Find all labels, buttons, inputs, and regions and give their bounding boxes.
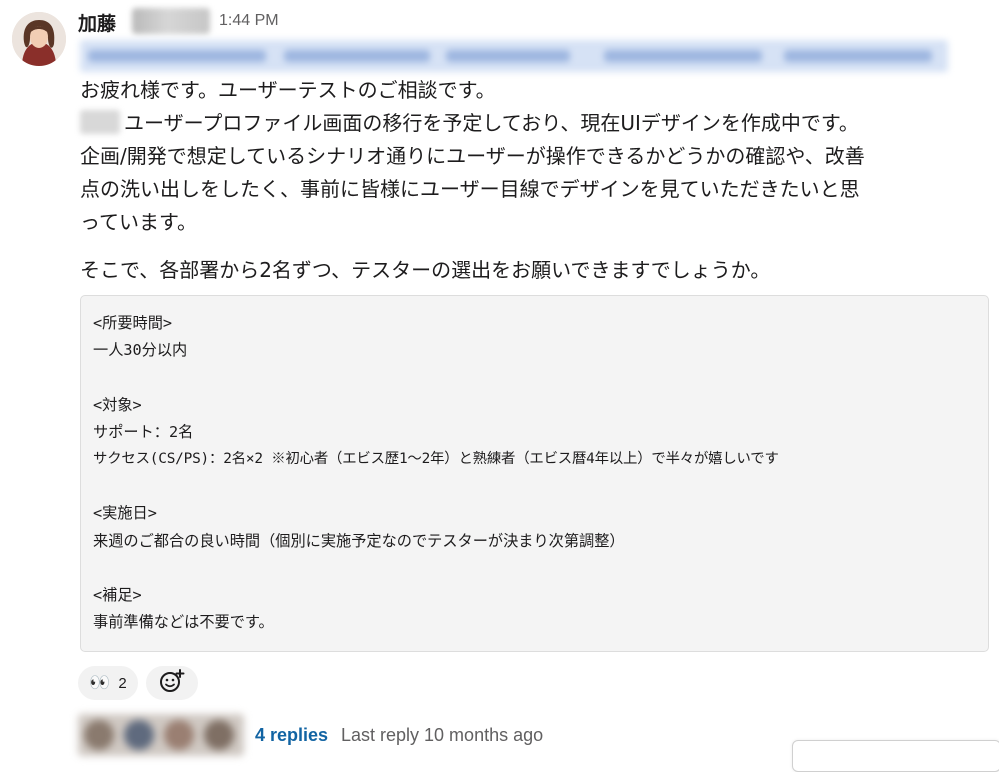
- add-reaction-button[interactable]: [146, 666, 198, 700]
- message-request: そこで、各部署から2名ずつ、テスターの選出をお願いできますでしょうか。: [80, 258, 771, 282]
- code-block: <所要時間> 一人30分以内 <対象> サポート：2名 サクセス(CS/PS)：…: [80, 295, 989, 652]
- reaction-count: 2: [118, 674, 127, 692]
- message-line: 企画/開発で想定しているシナリオ通りにユーザーが操作できるかどうかの確認や、改善: [80, 144, 865, 168]
- redacted-links: [80, 40, 948, 72]
- message-line: お疲れ様です。ユーザーテストのご相談です。: [80, 78, 496, 102]
- code-line: <補足>: [93, 585, 142, 604]
- reaction-eyes-button[interactable]: 👀 2: [78, 666, 138, 700]
- code-line: 事前準備などは不要です。: [93, 613, 274, 632]
- message-line: ユーザープロファイル画面の移行を予定しており、現在UIデザインを作成中です。: [80, 107, 980, 140]
- thread-replies-link[interactable]: 4 replies: [255, 725, 328, 746]
- code-line: サポート：2名: [93, 422, 194, 441]
- thread-last-reply: Last reply 10 months ago: [341, 725, 544, 745]
- code-line: サクセス(CS/PS)：2名×2 ※初心者（エビス歴1〜2年）と熟練者（エビス暦…: [93, 450, 779, 467]
- redacted-product-name: [80, 110, 120, 134]
- eyes-emoji-icon: 👀: [89, 673, 111, 692]
- code-line: <所要時間>: [93, 314, 173, 332]
- code-line: <対象>: [93, 395, 142, 414]
- message-line: っています。: [80, 210, 197, 234]
- message-line-text: ユーザープロファイル画面の移行を予定しており、現在UIデザインを作成中です。: [124, 111, 859, 135]
- message-line: 点の洗い出しをしたく、事前に皆様にユーザー目線でデザインを見ていただきたいと思: [80, 177, 860, 201]
- author-name[interactable]: 加藤: [78, 9, 116, 36]
- author-name-redacted: [132, 8, 210, 34]
- code-line: 一人30分以内: [93, 341, 188, 360]
- code-line: 来週のご都合の良い時間（個別に実施予定なのでテスターが決まり次第調整）: [93, 531, 625, 550]
- reply-avatars-redacted[interactable]: [78, 714, 244, 756]
- code-line: <実施日>: [93, 504, 157, 523]
- add-emoji-icon: [159, 668, 185, 698]
- message-actions-toolbar[interactable]: [792, 740, 999, 772]
- author-avatar[interactable]: [12, 12, 66, 66]
- message-timestamp[interactable]: 1:44 PM: [219, 12, 279, 30]
